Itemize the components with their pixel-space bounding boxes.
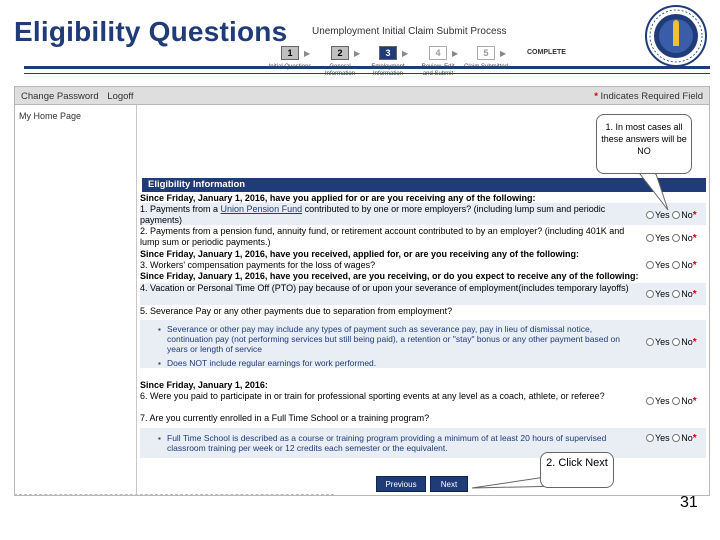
step-arrow-icon: ▶ bbox=[402, 49, 409, 58]
no-label: No bbox=[681, 289, 693, 299]
step-5: 5 bbox=[477, 46, 495, 60]
step-arrow-icon: ▶ bbox=[354, 49, 361, 58]
q3-yes-no: Yes No* bbox=[646, 260, 697, 271]
q6-yes-no: Yes No* bbox=[646, 396, 697, 407]
question-6: 6. Were you paid to participate in or tr… bbox=[140, 391, 605, 401]
step-5-label: Claim Submitted bbox=[464, 64, 509, 70]
yes-label: Yes bbox=[655, 433, 670, 443]
required-note-text: Indicates Required Field bbox=[600, 91, 703, 102]
step-complete: COMPLETE bbox=[527, 49, 566, 56]
bullet-icon: ▪ bbox=[158, 359, 161, 368]
q7-no-radio[interactable] bbox=[672, 434, 681, 442]
question-7-note: Full Time School is described as a cours… bbox=[167, 433, 607, 453]
question-heading: Since Friday, January 1, 2016, have you … bbox=[140, 249, 579, 259]
callout-note-answers: 1. In most cases all these answers will … bbox=[596, 114, 692, 174]
question-5-note-b: Does NOT include regular earnings for wo… bbox=[167, 358, 377, 368]
no-label: No bbox=[681, 396, 693, 406]
footer-divider bbox=[14, 494, 334, 495]
slide-title: Eligibility Questions bbox=[14, 16, 288, 47]
q2-no-radio[interactable] bbox=[672, 234, 681, 242]
process-title: Unemployment Initial Claim Submit Proces… bbox=[312, 26, 507, 37]
bullet-icon: ▪ bbox=[158, 434, 161, 443]
required-star: * bbox=[692, 433, 697, 444]
question-2: 2. Payments from a pension fund, annuity… bbox=[140, 226, 625, 247]
question-heading: Since Friday, January 1, 2016, have you … bbox=[140, 193, 536, 203]
slide-number: 31 bbox=[680, 494, 698, 511]
sidebar-item-home[interactable]: My Home Page bbox=[19, 111, 81, 121]
q2-yes-no: Yes No* bbox=[646, 233, 697, 244]
step-2-label: General Information bbox=[324, 64, 355, 77]
q5-yes-no: Yes No* bbox=[646, 337, 697, 348]
q5-no-radio[interactable] bbox=[672, 338, 681, 346]
section-header: Eligibility Information bbox=[142, 178, 706, 192]
previous-button[interactable]: Previous bbox=[376, 476, 426, 492]
step-1-label: Initial Questions bbox=[268, 64, 312, 70]
union-pension-fund-link[interactable]: Union Pension Fund bbox=[221, 204, 303, 214]
q3-yes-radio[interactable] bbox=[646, 261, 654, 269]
yes-label: Yes bbox=[655, 337, 670, 347]
q2-yes-radio[interactable] bbox=[646, 234, 654, 242]
step-3: 3 bbox=[379, 46, 397, 60]
no-label: No bbox=[681, 337, 693, 347]
question-3: 3. Workers' compensation payments for th… bbox=[140, 260, 376, 270]
bullet-icon: ▪ bbox=[158, 325, 161, 334]
required-field-note: * Indicates Required Field bbox=[594, 91, 703, 102]
step-1: 1 bbox=[281, 46, 299, 60]
yes-label: Yes bbox=[655, 289, 670, 299]
step-3-label: Employment Information bbox=[371, 64, 405, 77]
q1-no-radio[interactable] bbox=[672, 211, 681, 219]
question-heading: Since Friday, January 1, 2016: bbox=[140, 380, 268, 390]
no-label: No bbox=[681, 233, 693, 243]
step-arrow-icon: ▶ bbox=[500, 49, 507, 58]
q1-yes-radio[interactable] bbox=[646, 211, 654, 219]
q4-no-radio[interactable] bbox=[672, 290, 681, 298]
step-arrow-icon: ▶ bbox=[452, 49, 459, 58]
question-7: 7. Are you currently enrolled in a Full … bbox=[140, 413, 430, 423]
yes-label: Yes bbox=[655, 233, 670, 243]
question-1: 1. Payments from a Union Pension Fund co… bbox=[140, 204, 630, 225]
required-star: * bbox=[692, 337, 697, 348]
question-1-prefix: 1. Payments from a bbox=[140, 204, 221, 214]
q7-yes-no: Yes No* bbox=[646, 433, 697, 444]
no-label: No bbox=[681, 210, 693, 220]
question-5: 5. Severance Pay or any other payments d… bbox=[140, 306, 453, 316]
required-star: * bbox=[692, 210, 697, 221]
step-4-label: Review, Edit and Submit bbox=[421, 64, 455, 77]
required-star: * bbox=[692, 233, 697, 244]
q1-yes-no: Yes No* bbox=[646, 210, 697, 221]
q6-yes-radio[interactable] bbox=[646, 397, 654, 405]
step-arrow-icon: ▶ bbox=[304, 49, 311, 58]
step-2: 2 bbox=[331, 46, 349, 60]
q7-yes-radio[interactable] bbox=[646, 434, 654, 442]
change-password-link[interactable]: Change Password bbox=[21, 91, 99, 102]
question-heading: Since Friday, January 1, 2016, have you … bbox=[140, 271, 639, 281]
sidebar: My Home Page bbox=[15, 105, 137, 495]
required-star: * bbox=[692, 289, 697, 300]
required-star: * bbox=[594, 91, 598, 102]
required-star: * bbox=[692, 396, 697, 407]
no-label: No bbox=[681, 433, 693, 443]
question-5-note-a: Severance or other pay may include any t… bbox=[167, 324, 621, 354]
progress-steps: 1 Initial Questions ▶ 2 General Informat… bbox=[265, 46, 566, 92]
next-button[interactable]: Next bbox=[430, 476, 468, 492]
q6-no-radio[interactable] bbox=[672, 397, 681, 405]
yes-label: Yes bbox=[655, 210, 670, 220]
logoff-link[interactable]: Logoff bbox=[107, 91, 133, 102]
q4-yes-radio[interactable] bbox=[646, 290, 654, 298]
q5-yes-radio[interactable] bbox=[646, 338, 654, 346]
yes-label: Yes bbox=[655, 396, 670, 406]
no-label: No bbox=[681, 260, 693, 270]
question-4: 4. Vacation or Personal Time Off (PTO) p… bbox=[140, 283, 629, 293]
q4-yes-no: Yes No* bbox=[646, 289, 697, 300]
yes-label: Yes bbox=[655, 260, 670, 270]
callout-click-next: 2. Click Next bbox=[540, 452, 614, 488]
step-4: 4 bbox=[429, 46, 447, 60]
q3-no-radio[interactable] bbox=[672, 261, 681, 269]
massachusetts-seal-icon bbox=[645, 5, 707, 67]
required-star: * bbox=[692, 260, 697, 271]
